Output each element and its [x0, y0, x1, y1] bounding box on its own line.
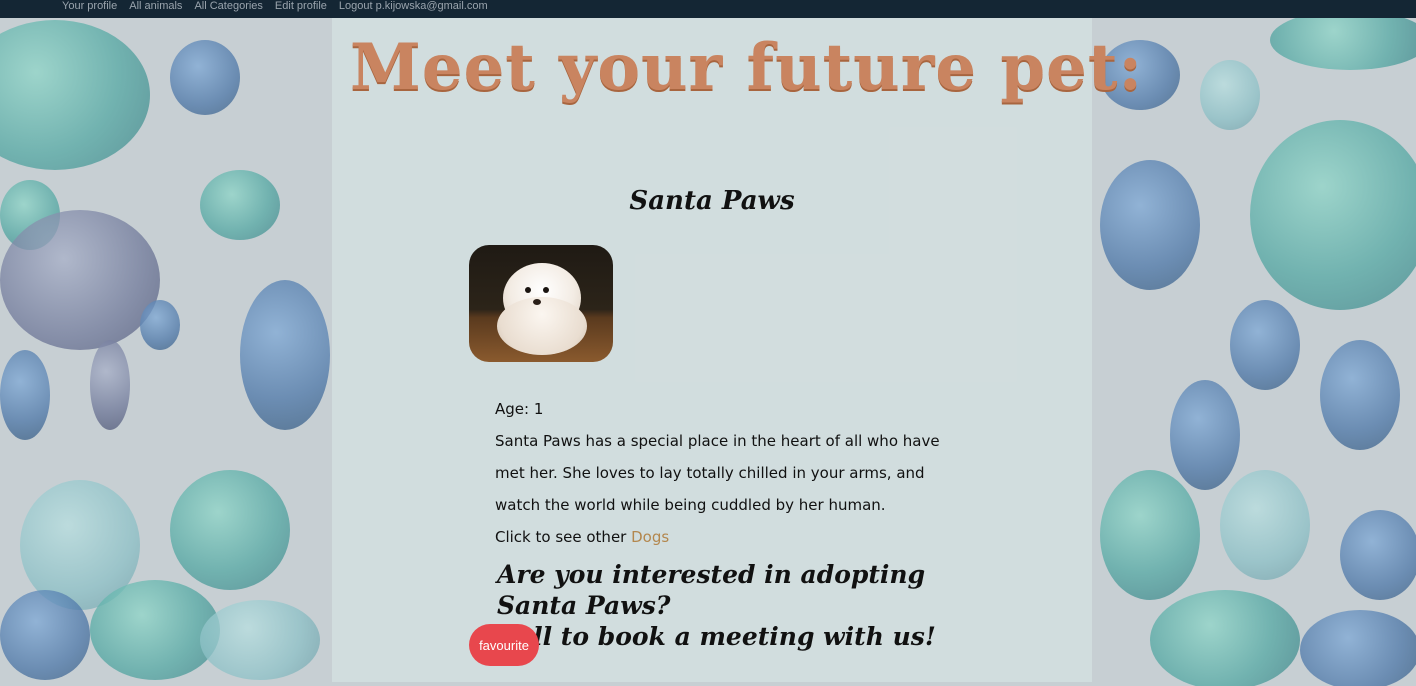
nav-link-edit-profile[interactable]: Edit profile [275, 0, 327, 12]
pet-detail-panel: Meet your future pet: Santa Paws Age: 1 … [332, 18, 1144, 682]
favourite-button[interactable]: favourite [469, 624, 539, 666]
adoption-call-to-action: Call to book a meeting with us! [497, 622, 936, 651]
pet-photo [469, 245, 613, 362]
nav-link-all-animals[interactable]: All animals [129, 0, 182, 12]
other-category-line: Click to see other Dogs [495, 521, 955, 553]
nav-link-logout[interactable]: Logout p.kijowska@gmail.com [339, 0, 488, 12]
page-title: Meet your future pet: [350, 30, 1144, 105]
pet-details: Age: 1 Santa Paws has a special place in… [495, 393, 955, 652]
top-navigation: Your profile All animals All Categories … [0, 0, 1416, 18]
nav-link-all-categories[interactable]: All Categories [194, 0, 262, 12]
category-link-dogs[interactable]: Dogs [631, 528, 669, 546]
other-category-prefix: Click to see other [495, 528, 627, 546]
pet-name: Santa Paws [629, 186, 795, 216]
pet-description: Santa Paws has a special place in the he… [495, 432, 940, 514]
pet-age: Age: 1 [495, 400, 544, 418]
adoption-question: Are you interested in adopting Santa Paw… [497, 560, 926, 620]
adoption-callout: Are you interested in adopting Santa Paw… [497, 559, 955, 652]
nav-link-your-profile[interactable]: Your profile [62, 0, 117, 12]
